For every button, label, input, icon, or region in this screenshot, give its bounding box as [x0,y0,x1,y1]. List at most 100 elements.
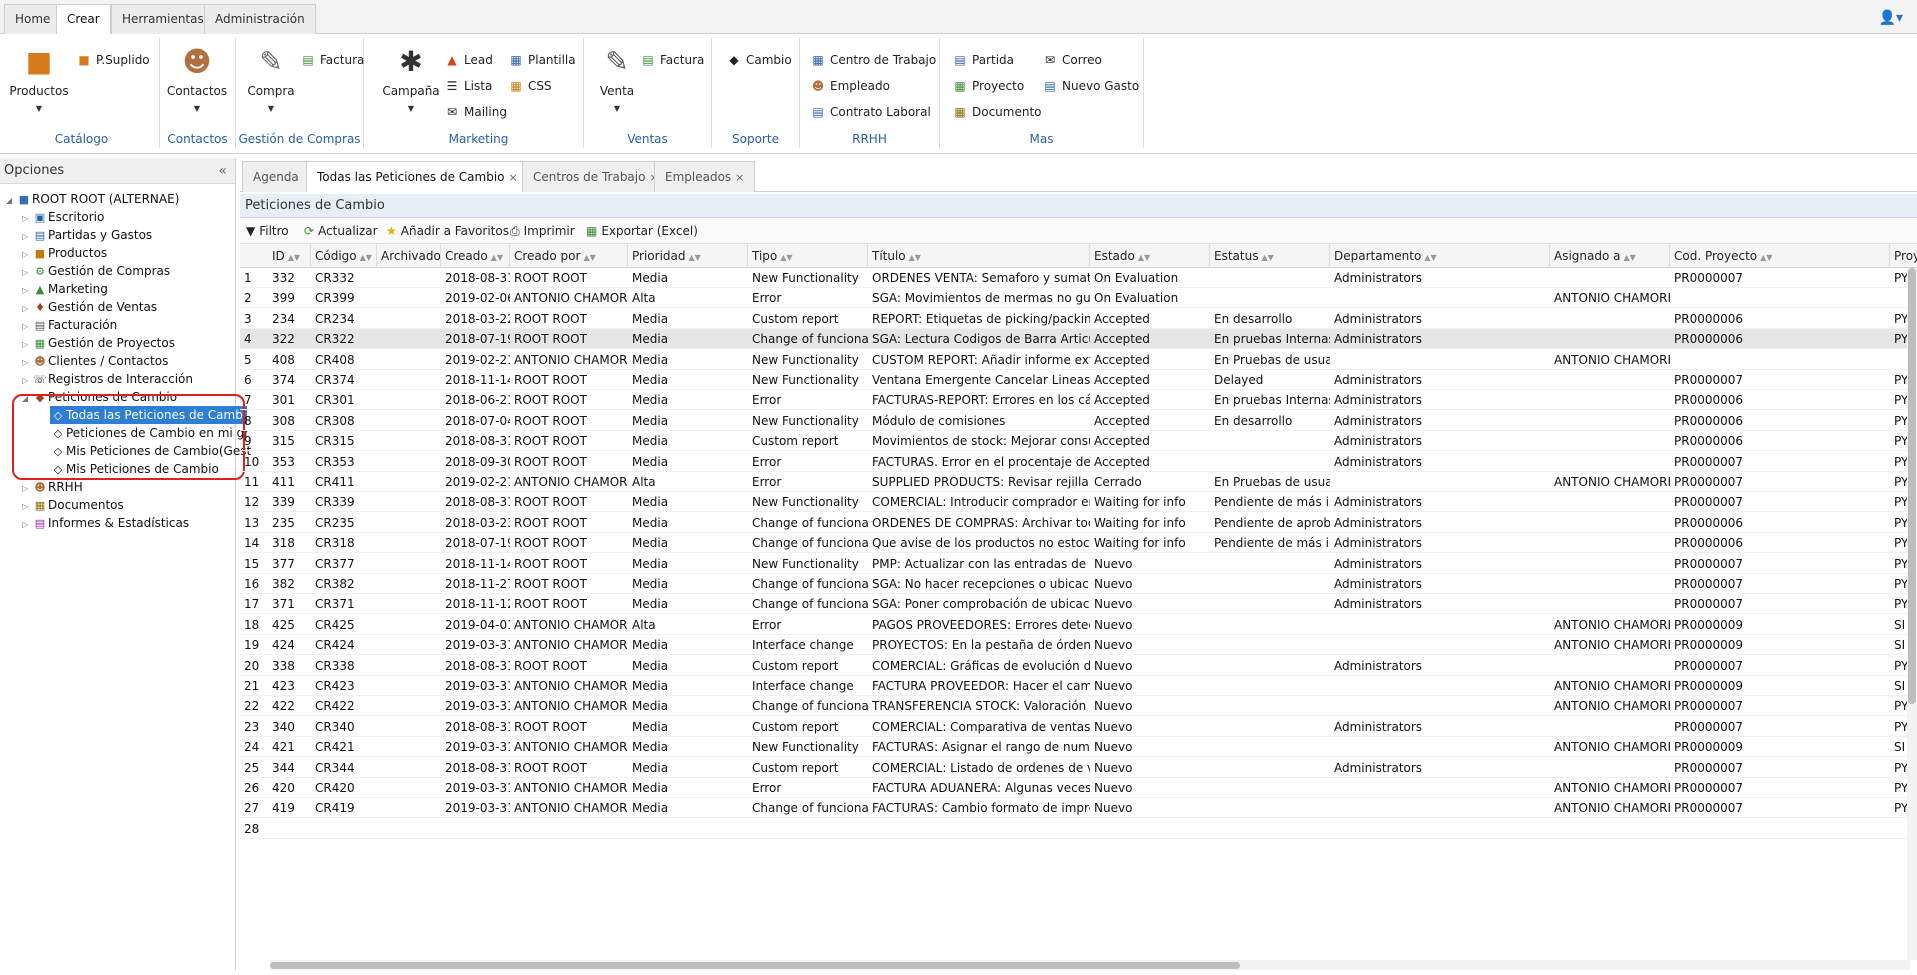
column-header-cod-proyecto[interactable]: Cod. Proyecto ▲▼ [1670,244,1890,268]
table-row[interactable]: 3 234 CR234 2018-03-22 ROOT ROOT Media Custom … [240,309,1917,329]
compra-button[interactable]: ✎ Compra ▼ [240,44,302,113]
contrato-button[interactable]: ▤ Contrato Laboral [810,102,930,122]
tree-item-facturacion[interactable]: ▷ ▤ Facturación [22,316,117,334]
horizontal-scroll-thumb[interactable] [270,962,1240,969]
doc-tab-peticiones[interactable]: Todas las Peticiones de Cambio × [306,161,529,192]
empleado-button[interactable]: ☻ Empleado [810,76,890,96]
tree-item-escritorio[interactable]: ▷ ▣ Escritorio [22,208,104,226]
tree-item-ventas[interactable]: ▷ ♦ Gestión de Ventas [22,298,157,316]
correo-button[interactable]: ✉ Correo [1042,50,1102,70]
table-row[interactable]: 9 315 CR315 2018-08-31 ROOT ROOT Media Custom … [240,431,1917,452]
column-header-titulo[interactable]: Título ▲▼ [868,244,1090,268]
table-row[interactable]: 4 322 CR322 2018-07-19 ROOT ROOT Media Change … [240,329,1917,350]
factura-compra-button[interactable]: ▤ Factura [300,50,364,70]
column-header-creado[interactable]: Creado ▲▼ [441,244,510,268]
cambio-button[interactable]: ◆ Cambio [726,50,791,70]
table-row[interactable]: 25 344 CR344 2018-08-31 ROOT ROOT Media Custom… [240,758,1917,778]
tree-item-rrhh[interactable]: ▷ ☻ RRHH [22,478,83,496]
close-icon[interactable]: × [735,171,744,184]
tree-item-marketing[interactable]: ▷ ▲ Marketing [22,280,108,298]
tree-item-productos[interactable]: ▷ ■ Productos [22,244,107,262]
collapse-panel-icon[interactable]: « [218,158,227,184]
column-header-proy[interactable]: Proy [1890,244,1917,268]
table-row[interactable]: 5 408 CR408 2019-02-21 ANTONIO CHAMORRO Media… [240,350,1917,370]
filtro-button[interactable]: ▼ Filtro [246,218,289,244]
tab-home[interactable]: Home [4,4,62,34]
tree-item-partidas[interactable]: ▷ ▤ Partidas y Gastos [22,226,152,244]
exportar-button[interactable]: ▦ Exportar (Excel) [586,218,698,244]
tab-administracion[interactable]: Administración [204,4,316,34]
tree-item-documentos[interactable]: ▷ ▦ Documentos [22,496,124,514]
column-header-asignado[interactable]: Asignado a ▲▼ [1550,244,1670,268]
column-header-id[interactable]: ID ▲▼ [268,244,311,268]
table-row[interactable]: 14 318 CR318 2018-07-19 ROOT ROOT Media Change… [240,533,1917,554]
table-row[interactable]: 12 339 CR339 2018-08-31 ROOT ROOT Media New Fu… [240,492,1917,513]
tree-root[interactable]: ◢ ■ ROOT ROOT (ALTERNAE) [6,190,179,208]
centro-trabajo-button[interactable]: ▦ Centro de Trabajo [810,50,936,70]
table-row[interactable]: 7 301 CR301 2018-06-21 ROOT ROOT Media Error FA… [240,390,1917,411]
campana-button[interactable]: ✱ Campaña ▼ [380,44,442,113]
plantilla-button[interactable]: ▦ Plantilla [508,50,575,70]
collapse-arrow-icon[interactable]: ◢ [6,192,16,210]
lista-button[interactable]: ☰ Lista [444,76,493,96]
table-row[interactable]: 28 [240,819,1917,839]
table-row[interactable]: 16 382 CR382 2018-11-27 ROOT ROOT Media Change… [240,574,1917,594]
table-row[interactable]: 6 374 CR374 2018-11-14 ROOT ROOT Media New Fun… [240,370,1917,390]
lead-button[interactable]: ▲ Lead [444,50,492,70]
tab-herramientas[interactable]: Herramientas [111,4,215,34]
table-row[interactable]: 26 420 CR420 2019-03-31 ANTONIO CHAMORRO Medi… [240,778,1917,798]
tree-item-interaccion[interactable]: ▷ ☏Registros de Interacción [22,370,193,388]
table-row[interactable]: 8 308 CR308 2018-07-04 ROOT ROOT Media New Fun… [240,411,1917,431]
column-header-archivado[interactable]: Archivado▲▼ [377,244,441,268]
tree-item-proyectos[interactable]: ▷ ▦ Gestión de Proyectos [22,334,175,352]
doc-tab-centros[interactable]: Centros de Trabajo× [522,161,670,192]
vertical-scroll-thumb[interactable] [1908,268,1916,704]
table-row[interactable]: 1 332 CR332 2018-08-31 ROOT ROOT Media New Fun… [240,268,1917,288]
table-row[interactable]: 20 338 CR338 2018-08-31 ROOT ROOT Media Custom… [240,656,1917,676]
mailing-button[interactable]: ✉ Mailing [444,102,507,122]
tree-item-informes[interactable]: ▷ ▤ Informes & Estadísticas [22,514,189,532]
column-header-departamento[interactable]: Departamento ▲▼ [1330,244,1550,268]
table-row[interactable]: 11 411 CR411 2019-02-21 ANTONIO CHAMORRO Alta… [240,472,1917,492]
table-row[interactable]: 15 377 CR377 2018-11-14 ROOT ROOT Media New Fu… [240,554,1917,574]
css-button[interactable]: ▦ CSS [508,76,551,96]
table-row[interactable]: 10 353 CR353 2018-09-30 ROOT ROOT Media Error F… [240,452,1917,472]
column-header-codigo[interactable]: Código ▲▼ [311,244,377,268]
table-row[interactable]: 13 235 CR235 2018-03-23 ROOT ROOT Media Change… [240,513,1917,533]
doc-tab-empleados[interactable]: Empleados × [654,161,756,192]
favoritos-button[interactable]: ★ Añadir a Favoritos [386,218,509,244]
column-header-estado[interactable]: Estado ▲▼ [1090,244,1210,268]
user-menu-icon[interactable]: 👤▾ [1879,10,1903,26]
productos-button[interactable]: ■ Productos ▼ [8,44,70,113]
expand-arrow-icon[interactable]: ▷ [22,516,32,534]
tab-crear[interactable]: Crear [56,4,111,35]
column-header-tipo[interactable]: Tipo ▲▼ [748,244,868,268]
table-row[interactable]: 18 425 CR425 2019-04-01 ANTONIO CHAMORRO Alta… [240,615,1917,635]
nuevo-gasto-button[interactable]: ▤ Nuevo Gasto [1042,76,1139,96]
documento-button[interactable]: ▦ Documento [952,102,1041,122]
close-icon[interactable]: × [509,171,518,184]
table-row[interactable]: 2 399 CR399 2019-02-06 ANTONIO CHAMORRO Alta E… [240,288,1917,309]
column-header-estatus[interactable]: Estatus ▲▼ [1210,244,1330,268]
table-row[interactable]: 24 421 CR421 2019-03-31 ANTONIO CHAMORRO Medi… [240,737,1917,758]
proyecto-button[interactable]: ▦ Proyecto [952,76,1024,96]
actualizar-button[interactable]: ⟳ Actualizar [304,218,378,244]
factura-venta-button[interactable]: ▤ Factura [640,50,704,70]
psuplido-button[interactable]: ■ P.Suplido [76,50,149,70]
table-row[interactable]: 21 423 CR423 2019-03-31 ANTONIO CHAMORRO Medi… [240,676,1917,696]
partida-button[interactable]: ▤ Partida [952,50,1014,70]
doc-tab-agenda[interactable]: Agenda [242,161,310,192]
contactos-button[interactable]: ☻ Contactos ▼ [166,44,228,113]
imprimir-button[interactable]: ⎙ Imprimir [510,218,575,244]
column-header-creado-por[interactable]: Creado por ▲▼ [510,244,628,268]
tree-item-compras[interactable]: ▷ ⚙ Gestión de Compras [22,262,170,280]
horizontal-scrollbar[interactable] [270,960,1910,970]
venta-button[interactable]: ✎ Venta ▼ [586,44,648,113]
table-row[interactable]: 27 419 CR419 2019-03-31 ANTONIO CHAMORRO Medi… [240,798,1917,819]
table-row[interactable]: 17 371 CR371 2018-11-12 ROOT ROOT Media Change… [240,594,1917,615]
table-row[interactable]: 19 424 CR424 2019-03-31 ANTONIO CHAMORRO Medi… [240,635,1917,656]
table-row[interactable]: 22 422 CR422 2019-03-31 ANTONIO CHAMORRO Medi… [240,696,1917,717]
tree-item-clientes[interactable]: ▷ ☻ Clientes / Contactos [22,352,168,370]
column-header-prioridad[interactable]: Prioridad ▲▼ [628,244,748,268]
table-row[interactable]: 23 340 CR340 2018-08-31 ROOT ROOT Media Custom… [240,717,1917,737]
